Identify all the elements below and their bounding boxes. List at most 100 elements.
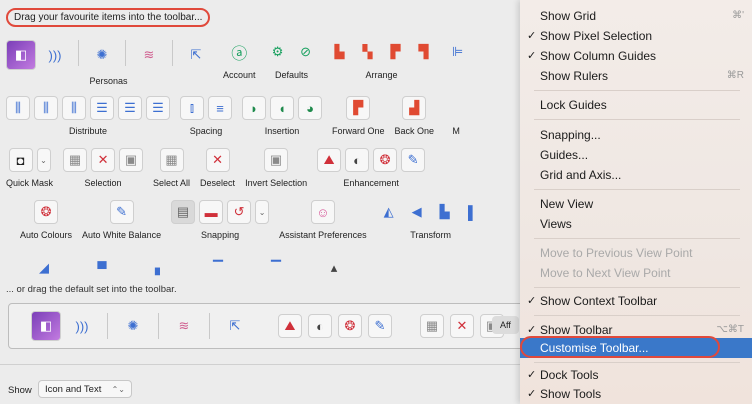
insert-inside-icon[interactable]: ◕	[298, 96, 322, 120]
distribute-left-icon[interactable]: ⫼	[6, 96, 30, 120]
photo-persona-icon[interactable]: ◧	[6, 40, 36, 70]
colour-wheel-icon[interactable]: ❂	[373, 148, 398, 172]
align-group[interactable]: ⊫	[446, 40, 470, 64]
defaults-group[interactable]: ⚙ ⊘ Defaults	[266, 40, 318, 80]
menu-item-grid-and-axis[interactable]: Grid and Axis...	[520, 165, 752, 185]
assistant-preferences-label: Assistant Preferences	[279, 230, 367, 240]
arrange-front-one-icon[interactable]: ▛	[384, 40, 408, 64]
menu-item-show-context-toolbar[interactable]: ✓ Show Context Toolbar	[520, 291, 752, 311]
arrange-back-one-icon[interactable]: ▚	[356, 40, 380, 64]
back-one-group[interactable]: ▟ Back One	[395, 96, 434, 136]
quick-mask-group[interactable]: ◘ ⌄ Quick Mask	[6, 148, 53, 188]
selection-group[interactable]: ▦ ✕ ▣ Selection	[63, 148, 144, 188]
snap-object-icon[interactable]: ▬	[199, 200, 224, 224]
insertion-group[interactable]: ◗ ◖ ◕ Insertion	[242, 96, 322, 136]
flip-vertical-icon[interactable]: ◀	[405, 200, 429, 224]
deselect-icon[interactable]: ✕	[205, 148, 230, 172]
menu-item-show-tools[interactable]: ✓ Show Tools	[520, 384, 752, 404]
auto-white-balance-group[interactable]: ✎ Auto White Balance	[82, 200, 161, 240]
assistant-icon[interactable]: ☺	[310, 200, 335, 224]
distribute-group[interactable]: ⫼ ⫼ ⫼ ☰ ☰ ☰ Distribute	[6, 96, 170, 136]
align-left-icon[interactable]: ⊫	[446, 40, 470, 64]
toolbar-row-4: ❂ Auto Colours ✎ Auto White Balance ▤ ▬ …	[6, 200, 495, 240]
menu-item-guides[interactable]: Guides...	[520, 145, 752, 165]
select-all-small-icon[interactable]: ▦	[63, 148, 88, 172]
auto-white-balance-label: Auto White Balance	[82, 230, 162, 240]
spacing-horizontal-icon[interactable]: ⫾	[180, 96, 204, 120]
account-icon[interactable]: ⓐ	[227, 40, 251, 64]
menu-item-lock-guides[interactable]: Lock Guides	[520, 95, 752, 115]
invert-selection-icon[interactable]: ▣	[264, 148, 289, 172]
flip-horizontal-icon[interactable]: ◭	[377, 200, 401, 224]
account-group[interactable]: ⓐ Account	[223, 40, 256, 80]
quick-mask-icon[interactable]: ◘	[8, 148, 33, 172]
menu-item-show-rulers[interactable]: Show Rulers ⌘R	[520, 66, 752, 86]
m-label: M	[452, 126, 460, 136]
arrange-group[interactable]: ▙ ▚ ▛ ▜ Arrange	[328, 40, 436, 80]
assistant-preferences-group[interactable]: ☺ Assistant Preferences	[279, 200, 367, 240]
partial-icon-3[interactable]: ▖	[148, 256, 172, 280]
menu-item-snapping[interactable]: Snapping...	[520, 125, 752, 145]
contrast-icon[interactable]: ◐	[345, 148, 370, 172]
enhancement-label: Enhancement	[343, 178, 399, 188]
snapping-group[interactable]: ▤ ▬ ↺ ⌄ Snapping	[171, 200, 270, 240]
select-all-group[interactable]: ▦ Select All	[153, 148, 190, 188]
default-select-all-icon: ▦	[420, 314, 444, 338]
quick-mask-dropdown-icon[interactable]: ⌄	[36, 148, 51, 172]
spacing-vertical-icon[interactable]: ≡	[208, 96, 232, 120]
defaults-reset-icon[interactable]: ⊘	[294, 40, 318, 64]
menu-item-show-grid[interactable]: Show Grid ⌘'	[520, 6, 752, 26]
distribute-right-icon[interactable]: ⫼	[62, 96, 86, 120]
m-icon[interactable]	[444, 96, 468, 120]
deselect-small-icon[interactable]: ✕	[91, 148, 116, 172]
transform-group[interactable]: ◭ ◀ ▙ ▌ Transform	[377, 200, 485, 240]
export-persona-icon[interactable]: ⇱	[181, 40, 211, 70]
distribute-center-icon[interactable]: ⫼	[34, 96, 58, 120]
partial-icon-4[interactable]: ▔	[206, 256, 230, 280]
auto-colours-icon[interactable]: ❂	[34, 200, 59, 224]
partial-icon-2[interactable]: ▀	[90, 256, 114, 280]
menu-item-new-view[interactable]: New View	[520, 194, 752, 214]
m-group[interactable]: M	[444, 96, 468, 136]
white-balance-icon[interactable]: ✎	[401, 148, 426, 172]
auto-white-balance-icon[interactable]: ✎	[109, 200, 134, 224]
defaults-sync-icon[interactable]: ⚙	[266, 40, 290, 64]
menu-item-show-column-guides[interactable]: ✓ Show Column Guides	[520, 46, 752, 66]
levels-icon[interactable]: ⛰	[317, 148, 342, 172]
partial-icon-6[interactable]: ▴	[322, 256, 346, 280]
develop-persona-icon[interactable]: ✺	[87, 40, 117, 70]
forward-one-group[interactable]: ▛ Forward One	[332, 96, 385, 136]
partial-icon-5[interactable]: ▔	[264, 256, 288, 280]
distribute-top-icon[interactable]: ☰	[90, 96, 114, 120]
liquify-persona-icon[interactable]: )))	[40, 40, 70, 70]
tone-mapping-persona-icon[interactable]: ≋	[134, 40, 164, 70]
back-one-icon[interactable]: ▟	[402, 96, 427, 120]
distribute-bottom-icon[interactable]: ☰	[146, 96, 170, 120]
snapping-magnet-icon[interactable]: ↺	[227, 200, 252, 224]
default-toolbar-set[interactable]: ◧ ))) ✺ ≋ ⇱ ⛰ ◐ ❂ ✎ ▦ ✕ ▣	[8, 303, 528, 349]
forward-one-icon[interactable]: ▛	[346, 96, 371, 120]
insert-behind-icon[interactable]: ◗	[242, 96, 266, 120]
snapping-dropdown-icon[interactable]: ⌄	[255, 200, 270, 224]
enhancement-group[interactable]: ⛰ ◐ ❂ ✎ Enhancement	[317, 148, 426, 188]
partial-icon-1[interactable]: ◢	[32, 256, 56, 280]
show-mode-select[interactable]: Icon and Text ⌃⌄	[38, 380, 132, 398]
arrange-back-icon[interactable]: ▙	[328, 40, 352, 64]
spacing-group[interactable]: ⫾ ≡ Spacing	[180, 96, 232, 136]
invert-selection-group[interactable]: ▣ Invert Selection	[245, 148, 307, 188]
select-all-icon[interactable]: ▦	[159, 148, 184, 172]
menu-item-show-pixel-selection[interactable]: ✓ Show Pixel Selection	[520, 26, 752, 46]
invert-small-icon[interactable]: ▣	[119, 148, 144, 172]
arrange-front-icon[interactable]: ▜	[412, 40, 436, 64]
distribute-middle-icon[interactable]: ☰	[118, 96, 142, 120]
menu-item-dock-tools[interactable]: ✓ Dock Tools	[520, 365, 752, 385]
insert-top-icon[interactable]: ◖	[270, 96, 294, 120]
rotate-right-icon[interactable]: ▌	[461, 200, 485, 224]
rotate-left-icon[interactable]: ▙	[433, 200, 457, 224]
deselect-group[interactable]: ✕ Deselect	[200, 148, 235, 188]
toolbar-row-5: ◢ ▀ ▖ ▔ ▔ ▴	[6, 256, 346, 280]
personas-group[interactable]: ◧ ))) ✺ ≋ ⇱ Personas	[6, 40, 211, 86]
menu-item-views[interactable]: Views	[520, 214, 752, 234]
auto-colours-group[interactable]: ❂ Auto Colours	[20, 200, 72, 240]
snap-grid-icon[interactable]: ▤	[171, 200, 196, 224]
